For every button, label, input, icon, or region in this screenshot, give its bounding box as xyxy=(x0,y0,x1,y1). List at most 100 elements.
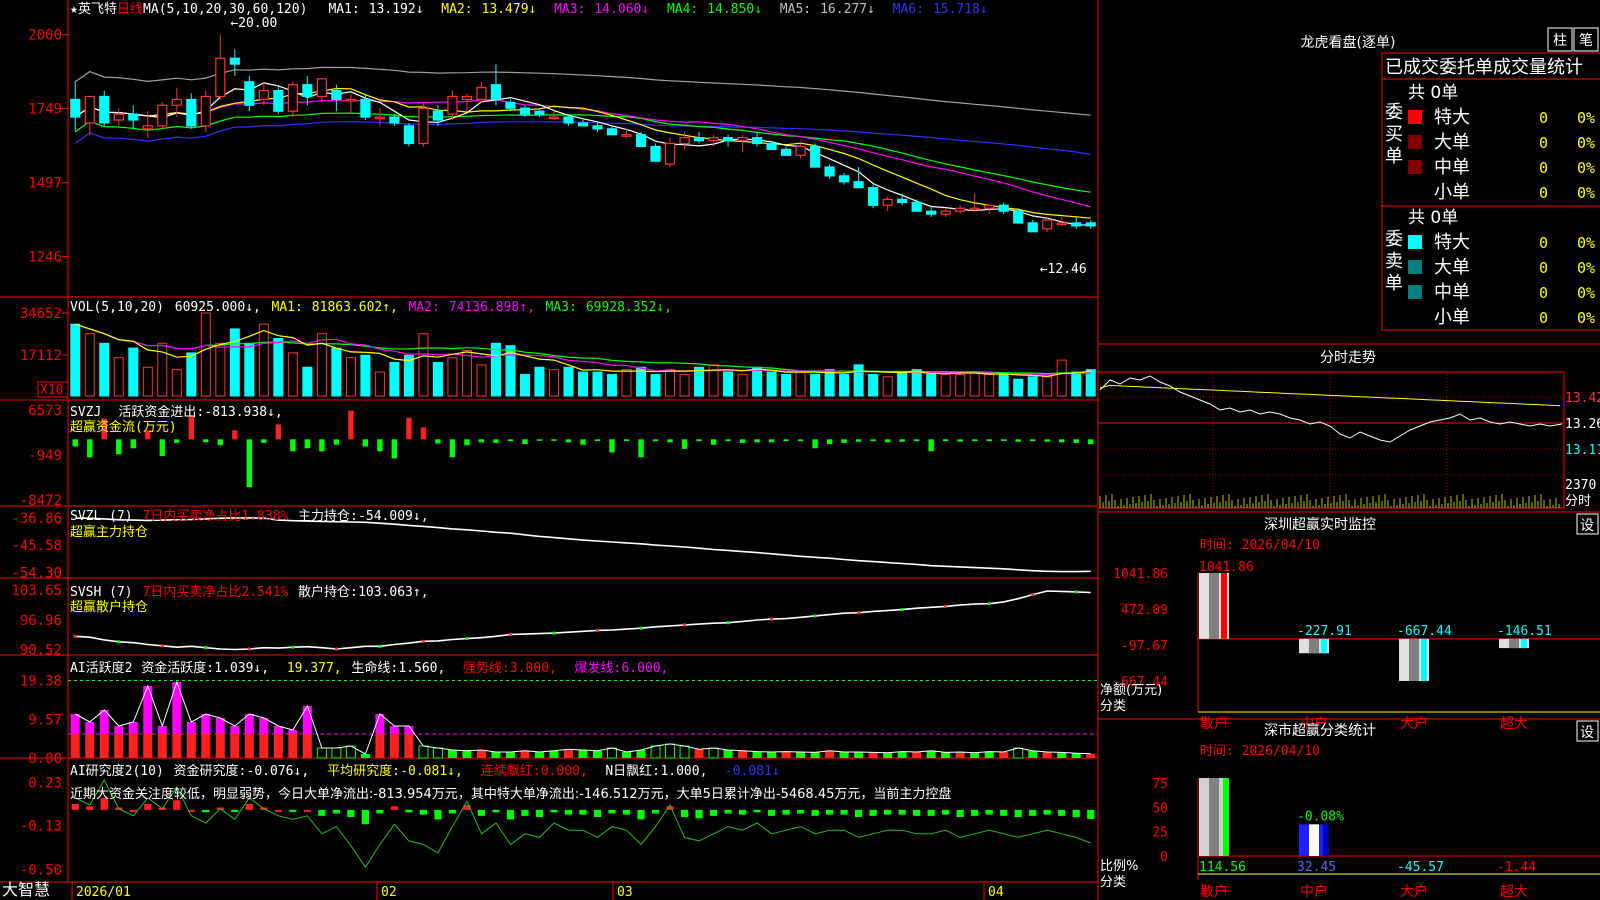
activity-outline-bar xyxy=(607,747,618,759)
research-bar xyxy=(738,809,747,815)
ma-item-0-part-1: 13.192↓ xyxy=(369,2,424,17)
ai2-legend-part-6: 0.000, xyxy=(541,764,588,779)
classify-y-tick: 25 xyxy=(1152,826,1168,841)
research-bar xyxy=(826,809,834,815)
monitor-bar-label: -146.51 xyxy=(1497,624,1552,639)
ai2-comment: 近期大资金关注度较低，明显弱势，今日大单净流出:-813.954万元，其中特大单… xyxy=(70,786,951,802)
fundflow-bar xyxy=(580,439,586,445)
svzj-legend-part-1: 活跃资金进出: xyxy=(118,404,204,420)
sell-row-name: 小单 xyxy=(1434,307,1470,328)
volume-bar xyxy=(665,369,676,397)
retail-holding-dot xyxy=(334,647,338,651)
candle-body xyxy=(316,78,327,98)
volume-bar xyxy=(476,364,487,397)
candle-body xyxy=(737,137,748,142)
ai1-legend-part-3: 19.377, xyxy=(287,661,342,676)
monitor-bar-edge xyxy=(1421,638,1427,681)
vol-legend-part-0: VOL(5,10,20) xyxy=(70,300,164,315)
classify-title: 深市超赢分类统计 xyxy=(1264,722,1376,739)
stock-chart-canvas[interactable]: 2000 1749 1497 1246 ←20.00 ←12.46 ★ 英飞特 日线 MA(5,… xyxy=(0,0,1600,900)
fundflow-bar xyxy=(319,439,325,452)
volume-bar xyxy=(694,366,705,397)
fundflow-bar xyxy=(754,439,760,443)
activity-bar xyxy=(854,752,864,758)
volume-bar xyxy=(84,333,95,397)
activity-base-bar xyxy=(99,734,109,758)
fundflow-bar xyxy=(174,439,180,443)
buy-swatch xyxy=(1408,160,1422,174)
monitor-settings-label: 设 xyxy=(1580,518,1594,534)
activity-bar xyxy=(926,750,936,758)
research-bar xyxy=(1087,809,1095,819)
activity-bar xyxy=(868,752,878,758)
ai2-legend-part-8: 1.000, xyxy=(660,764,707,779)
ma-item-5-part-0: MA6: xyxy=(893,2,924,17)
fenshi-vol-unit: 分时 xyxy=(1565,494,1591,509)
candle-body xyxy=(418,107,429,145)
ai1-legend-part-0: AI活跃度2 xyxy=(70,660,132,676)
research-bar xyxy=(521,809,529,816)
retail-holding-dot xyxy=(596,628,600,632)
research-bar xyxy=(884,809,892,815)
sell-swatch xyxy=(1408,260,1422,274)
activity-bar xyxy=(970,752,980,758)
activity-bar xyxy=(447,750,457,758)
research-bar xyxy=(913,809,921,816)
candle-body xyxy=(70,98,81,118)
classify-y-tick: 0 xyxy=(1160,850,1168,865)
candle-body xyxy=(287,84,298,112)
research-bar xyxy=(971,809,979,816)
classify-bar-shade xyxy=(1309,824,1319,856)
vol-item-0-part-1: 81863.602↑, xyxy=(312,300,398,315)
volume-bar xyxy=(374,371,385,397)
sell-row-value: 0 xyxy=(1539,284,1548,302)
activity-top-bar xyxy=(302,706,312,734)
activity-bar xyxy=(810,752,820,758)
volume-bar xyxy=(752,366,763,397)
buy-row-pct: 0% xyxy=(1577,184,1595,202)
fundflow-bar xyxy=(971,439,978,442)
monitor-title: 深圳超赢实时监控 xyxy=(1264,516,1376,533)
fundflow-bar xyxy=(841,439,847,443)
vol-item-2-part-1: 69928.352↓, xyxy=(586,300,672,315)
retail-holding-dot xyxy=(813,614,817,618)
svsh-y-tick: 90.52 xyxy=(20,642,62,658)
classify-category: 散户 xyxy=(1200,883,1228,900)
volume-bar xyxy=(853,364,864,397)
volume-bar xyxy=(781,373,792,397)
volume-bar xyxy=(1027,376,1038,397)
monitor-y-tick: -97.67 xyxy=(1121,639,1168,654)
candle-body xyxy=(592,125,603,130)
volume-bar xyxy=(1013,378,1024,397)
fundflow-bar xyxy=(130,439,136,449)
research-bar xyxy=(637,809,645,820)
activity-base-bar xyxy=(259,734,269,758)
candle-body xyxy=(1056,222,1067,226)
activity-base-bar xyxy=(404,734,414,758)
research-bar xyxy=(709,809,718,816)
classify-y-tick: 75 xyxy=(1152,777,1168,792)
classify-bar-shade xyxy=(1209,778,1219,856)
fundflow-bar xyxy=(1059,439,1065,443)
candle-body xyxy=(926,210,937,215)
classify-ylabel: 比例% xyxy=(1100,859,1138,874)
activity-base-bar xyxy=(70,734,80,758)
research-bar xyxy=(376,809,384,814)
volume-bar xyxy=(578,371,588,397)
classify-bar-label: -45.57 xyxy=(1397,860,1444,875)
buy-label: 委 xyxy=(1385,102,1403,123)
volume-bar xyxy=(607,373,618,397)
fundflow-bar xyxy=(725,439,731,442)
buy-row-value: 0 xyxy=(1539,159,1548,177)
svzj-y-tick: -949 xyxy=(28,448,62,464)
candle-body xyxy=(940,210,951,215)
fundflow-bar xyxy=(464,439,470,446)
volume-bar xyxy=(548,369,559,397)
buy-row-pct: 0% xyxy=(1577,159,1595,177)
ma-item-3-part-1: 14.850↓ xyxy=(707,2,762,17)
fundflow-bar xyxy=(739,439,746,443)
classify-category: 中户 xyxy=(1300,883,1328,900)
monitor-bar-label: -227.91 xyxy=(1297,624,1352,639)
ai1-legend-part-2: 1.039↓, xyxy=(214,661,269,676)
activity-base-bar xyxy=(186,734,196,758)
